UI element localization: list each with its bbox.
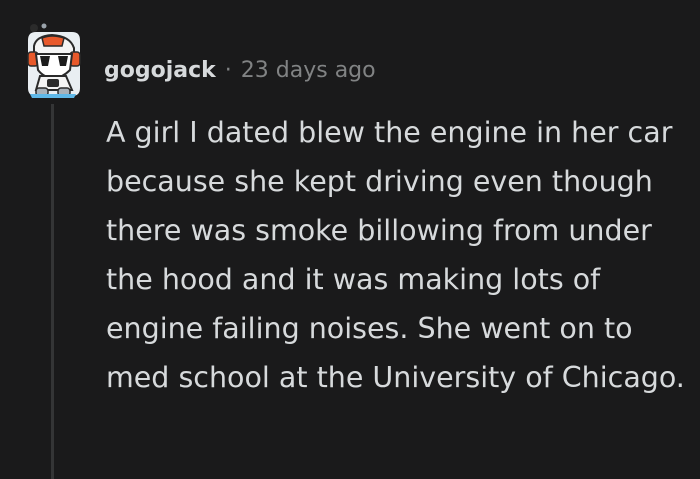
user-avatar[interactable] <box>20 22 84 100</box>
timestamp-link[interactable]: 23 days ago <box>241 58 376 83</box>
username-link[interactable]: gogojack <box>104 58 216 83</box>
comment-body: A girl I dated blew the engine in her ca… <box>106 116 685 394</box>
comment-meta: gogojack · 23 days ago <box>104 53 376 87</box>
meta-separator: · <box>224 57 232 83</box>
thread-collapse-line[interactable] <box>51 104 54 479</box>
comment: gogojack · 23 days ago A girl I dated bl… <box>0 0 700 479</box>
robot-avatar-icon <box>27 23 81 98</box>
